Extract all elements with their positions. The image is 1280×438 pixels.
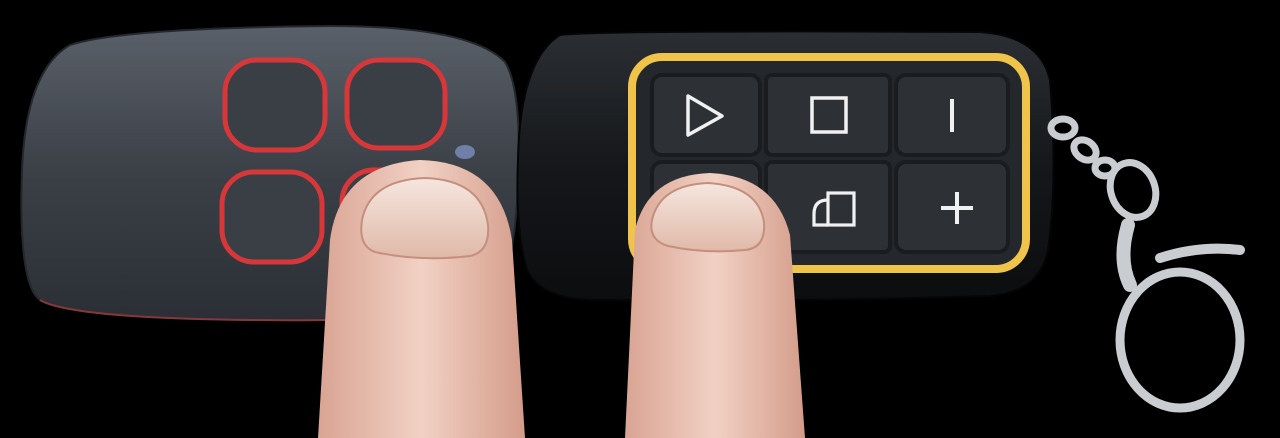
scene-svg bbox=[20, 24, 1245, 438]
keyring-clip-icon bbox=[1047, 115, 1245, 413]
led-indicator bbox=[455, 145, 475, 159]
key-stop[interactable] bbox=[764, 73, 892, 157]
finger-right bbox=[625, 173, 805, 438]
key-play[interactable] bbox=[650, 73, 762, 157]
left-remote-button-1[interactable] bbox=[222, 57, 328, 153]
finger-left bbox=[318, 160, 525, 438]
left-remote-button-2[interactable] bbox=[344, 57, 448, 151]
left-remote-button-3[interactable] bbox=[219, 169, 325, 265]
key-plus[interactable] bbox=[894, 160, 1010, 254]
photo-scene bbox=[0, 0, 1280, 438]
key-bar[interactable] bbox=[894, 73, 1010, 157]
